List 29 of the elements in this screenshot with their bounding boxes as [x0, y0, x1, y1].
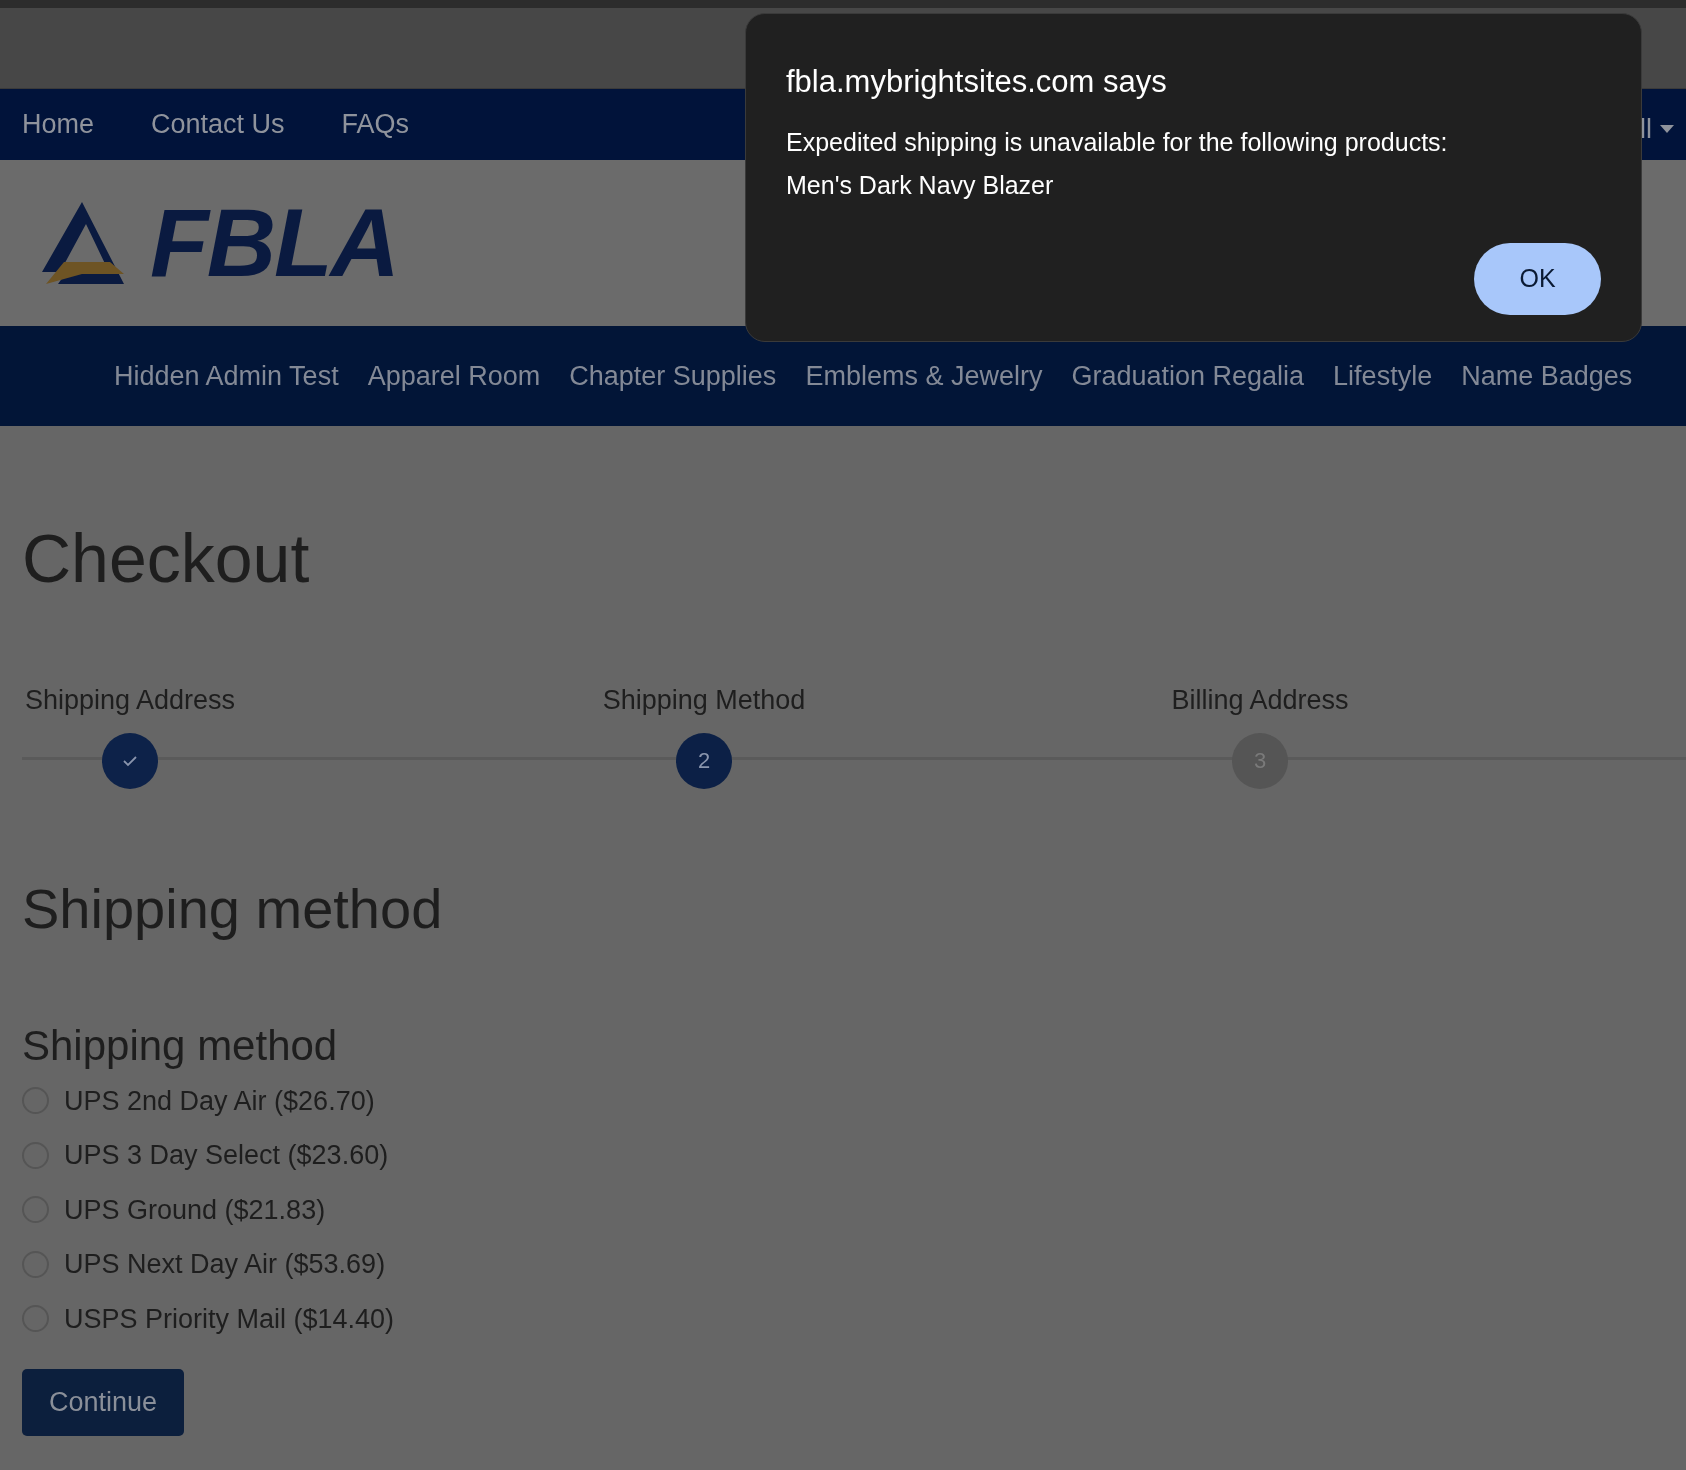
option-label: UPS Ground ($21.83): [64, 1193, 326, 1227]
caret-icon: [1660, 125, 1674, 134]
category-link[interactable]: Lifestyle: [1333, 355, 1433, 397]
dialog-title: fbla.mybrightsites.com says: [786, 63, 1168, 101]
step-number: 2: [697, 747, 711, 775]
shipping-heading: Shipping method: [22, 1024, 339, 1067]
dialog-message: Expedited shipping is unavailable for the following products:: [786, 126, 1449, 158]
dialog-message: Men's Dark Navy Blazer: [786, 170, 1055, 201]
category-link[interactable]: Name Badges: [1461, 355, 1633, 397]
option-label: UPS 3 Day Select ($23.60): [64, 1139, 389, 1172]
nav-link[interactable]: FAQs: [341, 104, 410, 145]
checkmark-icon: [122, 754, 138, 767]
step-label: Shipping Address: [24, 684, 236, 717]
option-label: USPS Priority Mail ($14.40): [64, 1302, 395, 1336]
category-link[interactable]: Graduation Regalia: [1071, 355, 1305, 397]
option-label: UPS Next Day Air ($53.69): [64, 1248, 386, 1281]
option-label: UPS 2nd Day Air ($26.70): [64, 1084, 375, 1118]
nav-link[interactable]: Contact Us: [151, 104, 285, 145]
logo-text: FBLA: [150, 195, 398, 291]
category-link[interactable]: Hidden Admin Test: [114, 355, 339, 397]
nav-link[interactable]: Home: [22, 104, 95, 145]
category-link[interactable]: Emblems & Jewelry: [805, 355, 1043, 397]
ok-button[interactable]: OK: [1474, 242, 1601, 315]
category-link[interactable]: Apparel Room: [367, 355, 541, 397]
page-title: Checkout: [22, 524, 311, 592]
step-label: Billing Address: [1171, 684, 1349, 717]
step-label: Shipping Method: [602, 684, 806, 717]
continue-button[interactable]: Continue: [22, 1369, 184, 1436]
category-link[interactable]: Chapter Supplies: [569, 355, 777, 397]
